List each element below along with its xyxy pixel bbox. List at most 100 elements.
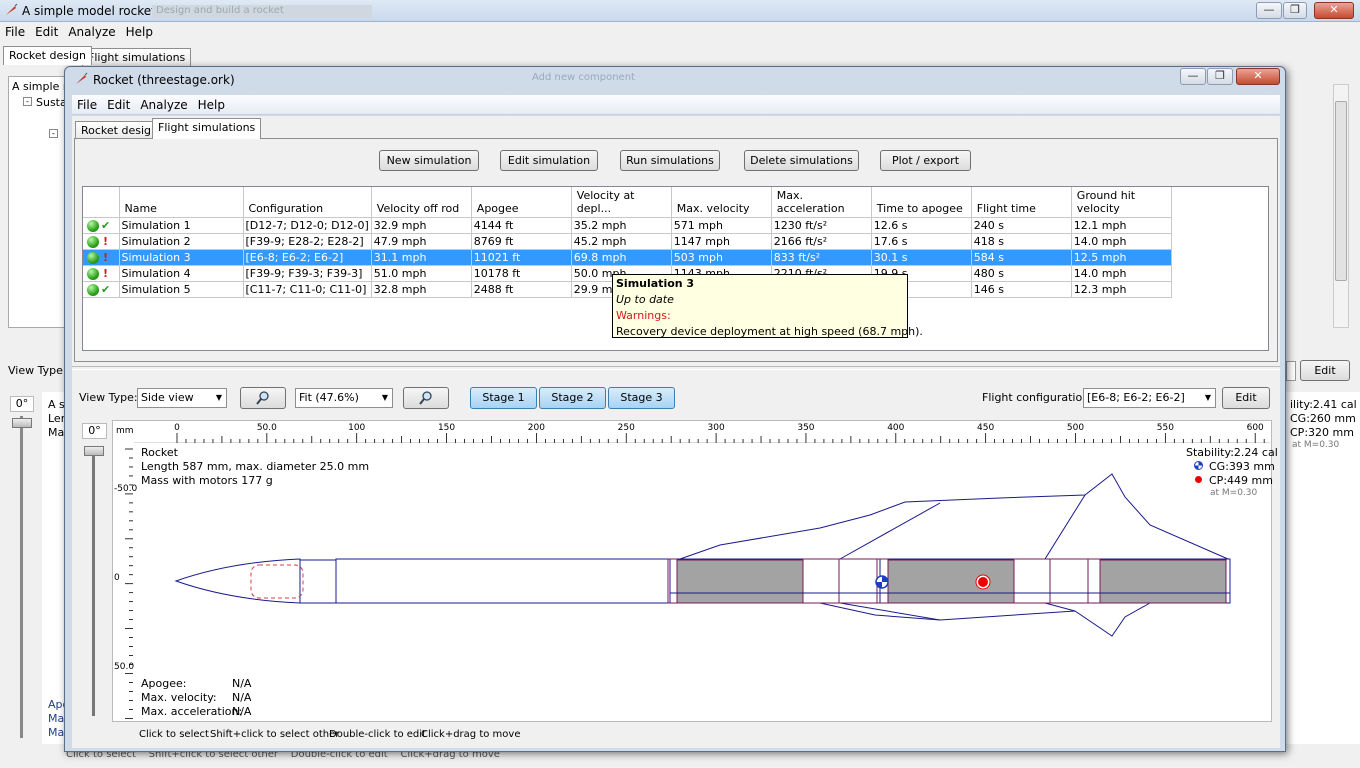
table-cell: 1147 mph bbox=[671, 233, 772, 250]
column-header[interactable]: Configuration bbox=[243, 187, 372, 218]
flight-config-select[interactable]: [E6-8; E6-2; E6-2] ▼ bbox=[1083, 388, 1216, 408]
main-view-type-label: View Type: bbox=[8, 364, 67, 377]
simulation-tooltip: Simulation 3 Up to date Warnings: Recove… bbox=[612, 274, 923, 338]
flight-config-edit-button[interactable]: Edit bbox=[1222, 387, 1270, 409]
column-header[interactable]: Velocity off rod bbox=[371, 187, 472, 218]
coupler bbox=[1087, 558, 1101, 604]
app-icon bbox=[4, 3, 18, 17]
main-tab-rocket-design[interactable]: Rocket design bbox=[3, 46, 92, 65]
table-row[interactable]: ! Simulation 2 [F39-9; E28-2; E28-2] 47.9 m… bbox=[83, 233, 1172, 250]
main-right-scrollbar[interactable] bbox=[1333, 84, 1349, 328]
table-cell: Simulation 4 bbox=[119, 265, 244, 282]
main-minimize-button[interactable]: — bbox=[1256, 2, 1282, 19]
stage-3-body bbox=[335, 558, 671, 604]
dialog-close-button[interactable]: ✕ bbox=[1236, 68, 1280, 85]
column-header[interactable]: Time to apogee bbox=[871, 187, 972, 218]
motor-stage-1a bbox=[887, 559, 1015, 604]
main-menu-edit[interactable]: Edit bbox=[30, 22, 63, 42]
dialog-minimize-button[interactable]: — bbox=[1180, 68, 1206, 85]
horizontal-ruler: 0 50.0 100 150 200 250 300 350 400 450 500 550 600 bbox=[134, 421, 1270, 443]
v-tick-label: 50.0 bbox=[114, 662, 135, 672]
main-angle-slider[interactable] bbox=[20, 416, 23, 738]
table-cell: [F39-9; E28-2; E28-2] bbox=[243, 233, 372, 250]
table-cell: [C11-7; C11-0; C11-0] bbox=[243, 281, 372, 298]
column-header[interactable]: Ground hit velocity bbox=[1071, 187, 1172, 218]
edit-simulation-button[interactable]: Edit simulation bbox=[500, 150, 598, 171]
table-cell: 2166 ft/s² bbox=[771, 233, 872, 250]
table-cell: 47.9 mph bbox=[371, 233, 472, 250]
column-header[interactable]: Flight time bbox=[971, 187, 1072, 218]
run-simulations-button[interactable]: Run simulations bbox=[620, 150, 720, 171]
stage-2-button[interactable]: Stage 2 bbox=[539, 387, 606, 409]
split-divider[interactable] bbox=[72, 366, 1280, 370]
ruler-tick-label: 500 bbox=[1067, 423, 1084, 433]
dialog-menu-analyze[interactable]: Analyze bbox=[135, 95, 192, 115]
dialog-menu-file[interactable]: File bbox=[72, 95, 102, 115]
ruler-tick-label: 150 bbox=[438, 423, 455, 433]
table-cell: 31.1 mph bbox=[371, 249, 472, 266]
flight-config-value: [E6-8; E6-2; E6-2] bbox=[1087, 391, 1185, 404]
column-header[interactable]: Max. velocity bbox=[671, 187, 772, 218]
table-row[interactable]: ! Simulation 3 [E6-8; E6-2; E6-2] 31.1 mph 1… bbox=[83, 249, 1172, 266]
v-tick-label: 0 bbox=[114, 573, 120, 583]
table-cell: 8769 ft bbox=[471, 233, 572, 250]
view-type-select[interactable]: Side view ▼ bbox=[137, 388, 227, 408]
column-header[interactable]: Name bbox=[119, 187, 244, 218]
table-row[interactable]: ✔ Simulation 1 [D12-7; D12-0; D12-0] 32.9 m… bbox=[83, 217, 1172, 234]
rotation-slider-thumb[interactable] bbox=[84, 446, 104, 456]
plot-export-button[interactable]: Plot / export bbox=[880, 150, 971, 171]
main-tree-expander[interactable]: - bbox=[23, 97, 32, 106]
cp-marker bbox=[975, 574, 991, 590]
column-header[interactable]: Max. acceleration bbox=[771, 187, 872, 218]
table-cell: 32.8 mph bbox=[371, 281, 472, 298]
table-cell: 12.5 mph bbox=[1071, 249, 1172, 266]
coupler bbox=[667, 558, 678, 604]
main-close-button[interactable]: ✕ bbox=[1314, 2, 1354, 19]
main-rocket-info-3: Ma bbox=[48, 426, 65, 439]
warning-icon: ! bbox=[103, 267, 109, 280]
main-tree-expander-2[interactable]: - bbox=[49, 129, 58, 138]
dialog-ghost-title: Add new component bbox=[532, 72, 635, 83]
zoom-select[interactable]: Fit (47.6%) ▼ bbox=[295, 388, 393, 408]
table-cell: 584 s bbox=[971, 249, 1072, 266]
zoom-out-button[interactable] bbox=[403, 387, 449, 409]
table-cell: 17.6 s bbox=[871, 233, 972, 250]
stage-3-button[interactable]: Stage 3 bbox=[608, 387, 675, 409]
main-tree-child[interactable]: Susta bbox=[36, 96, 67, 109]
status-cell: ! bbox=[83, 233, 120, 250]
main-menu-help[interactable]: Help bbox=[121, 22, 158, 42]
rotation-slider-track[interactable] bbox=[92, 450, 95, 716]
delete-simulations-button[interactable]: Delete simulations bbox=[744, 150, 859, 171]
table-cell: 2488 ft bbox=[471, 281, 572, 298]
main-config-combo[interactable] bbox=[1286, 361, 1296, 381]
up-to-date-icon bbox=[87, 236, 99, 248]
hint-click: Click to select bbox=[139, 729, 209, 740]
dialog-menu-help[interactable]: Help bbox=[193, 95, 230, 115]
dialog-tab-flight-simulations[interactable]: Flight simulations bbox=[152, 118, 262, 139]
up-to-date-icon bbox=[87, 284, 99, 296]
stage-1-button[interactable]: Stage 1 bbox=[470, 387, 537, 409]
main-angle-slider-thumb[interactable] bbox=[12, 418, 32, 428]
main-tab-flight-simulations[interactable]: Flight simulations bbox=[82, 48, 192, 67]
main-rocket-info-1: A s bbox=[48, 398, 65, 411]
tooltip-status: Up to date bbox=[616, 293, 674, 306]
main-menu-file[interactable]: File bbox=[0, 22, 30, 42]
main-maximize-button[interactable]: ❐ bbox=[1283, 2, 1307, 19]
dialog-app-icon bbox=[74, 72, 88, 86]
main-angle-label: 0° bbox=[10, 396, 34, 412]
dialog-menu-edit[interactable]: Edit bbox=[102, 95, 135, 115]
fin-upper-front bbox=[679, 473, 1229, 560]
table-cell: 12.1 mph bbox=[1071, 217, 1172, 234]
table-cell: 480 s bbox=[971, 265, 1072, 282]
dialog-maximize-button[interactable]: ❐ bbox=[1207, 68, 1233, 85]
check-icon: ✔ bbox=[101, 219, 111, 232]
column-header[interactable]: Apogee bbox=[471, 187, 572, 218]
main-menu-analyze[interactable]: Analyze bbox=[63, 22, 120, 42]
table-cell: 14.0 mph bbox=[1071, 265, 1172, 282]
main-edit-button[interactable]: Edit bbox=[1300, 360, 1350, 381]
fin-upper-inner-2 bbox=[1044, 494, 1086, 560]
zoom-in-button[interactable] bbox=[240, 387, 286, 409]
main-menubar: File Edit Analyze Help bbox=[0, 22, 1360, 42]
new-simulation-button[interactable]: New simulation bbox=[379, 150, 479, 171]
column-header[interactable]: Velocity at depl... bbox=[571, 187, 672, 218]
